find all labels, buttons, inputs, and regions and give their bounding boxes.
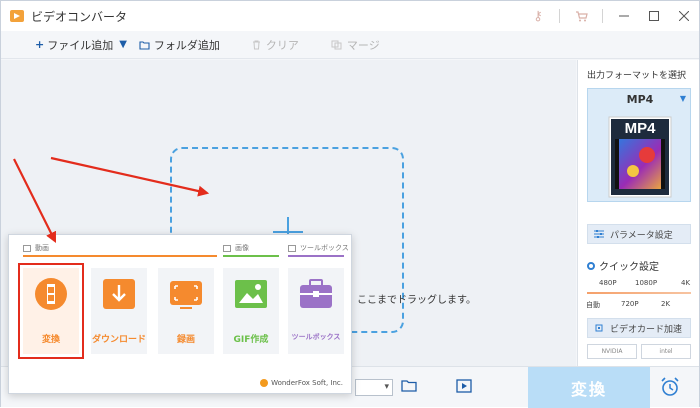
tile-convert-label: 変換 bbox=[41, 335, 60, 345]
window-title: ビデオコンバータ bbox=[31, 9, 128, 24]
tile-download-label: ダウンロード bbox=[91, 335, 146, 345]
quality-label-480p: 480P bbox=[599, 279, 617, 287]
quick-settings-title: クイック設定 bbox=[587, 258, 659, 273]
tile-gif[interactable]: GIF作成 bbox=[223, 268, 279, 354]
gpu-acceleration-label: ビデオカード加速 bbox=[610, 324, 683, 335]
chevron-down-icon[interactable]: ▼ bbox=[119, 39, 127, 50]
tile-toolbox[interactable]: ツールボックス bbox=[288, 268, 344, 354]
alarm-clock-icon[interactable] bbox=[659, 376, 681, 398]
nvidia-logo: NVIDIA bbox=[587, 344, 637, 359]
format-selector[interactable]: MP4 ▼ MP4 bbox=[587, 88, 691, 202]
intel-logo: intel bbox=[641, 344, 691, 359]
trash-icon bbox=[252, 40, 260, 49]
output-folder-dropdown[interactable]: ▾ bbox=[355, 379, 393, 396]
video-category-line bbox=[23, 255, 217, 257]
parameter-settings-label: パラメータ設定 bbox=[610, 230, 673, 241]
key-icon[interactable]: ⚷ bbox=[523, 1, 553, 31]
image-gif-icon bbox=[235, 280, 267, 308]
quality-label-4k: 4K bbox=[681, 279, 691, 287]
category-image-label: 画像 bbox=[235, 244, 249, 252]
brand-footer: WonderFox Soft, Inc. bbox=[260, 379, 343, 387]
image-category-line bbox=[223, 255, 279, 257]
clear-button[interactable]: クリア bbox=[252, 31, 299, 59]
category-video-label: 動画 bbox=[35, 244, 49, 252]
mp4-image-text: MP4 bbox=[625, 120, 657, 137]
feature-menu-popup: 動画 画像 ツールボックス 変換 ダウンロード 録画 GIF作成 ツールボックス… bbox=[8, 234, 352, 394]
quality-label-720p: 720P bbox=[621, 300, 639, 308]
app-window: ビデオコンバータ ⚷ + ファイル追加 ▼ フォルダ追加 クリア マージ ここま… bbox=[0, 0, 700, 408]
folder-icon[interactable] bbox=[401, 379, 417, 392]
quick-settings-label: クイック設定 bbox=[599, 262, 659, 273]
mp4-film-icon: MP4 bbox=[608, 116, 672, 198]
plus-icon: + bbox=[35, 38, 45, 51]
sliders-icon bbox=[594, 230, 604, 238]
add-folder-label: フォルダ追加 bbox=[153, 38, 220, 52]
app-logo-icon bbox=[10, 10, 24, 22]
output-format-label: 出力フォーマットを選択 bbox=[587, 71, 687, 81]
quality-label-2k: 2K bbox=[661, 300, 671, 308]
toolbox-category-line bbox=[288, 255, 344, 257]
parameter-settings-button[interactable]: パラメータ設定 bbox=[587, 224, 691, 244]
screen-record-icon bbox=[170, 281, 202, 309]
gpu-acceleration-button[interactable]: ビデオカード加速 bbox=[587, 318, 691, 338]
category-toolbox: ツールボックス bbox=[288, 243, 349, 253]
toolbox-category-icon bbox=[288, 244, 296, 252]
wonderfox-logo-icon bbox=[260, 379, 269, 387]
close-button[interactable] bbox=[669, 1, 699, 31]
quality-slider[interactable] bbox=[587, 292, 691, 294]
clear-label: クリア bbox=[265, 38, 299, 52]
tile-download[interactable]: ダウンロード bbox=[91, 268, 147, 354]
minimize-button[interactable] bbox=[609, 1, 639, 31]
video-category-icon bbox=[23, 244, 31, 252]
merge-icon bbox=[331, 40, 342, 49]
tile-toolbox-label: ツールボックス bbox=[291, 333, 341, 341]
quality-label-1080p: 1080P bbox=[635, 279, 658, 287]
chevron-down-icon: ▼ bbox=[679, 94, 686, 103]
output-film-icon[interactable] bbox=[456, 379, 472, 393]
convert-button[interactable]: 変換 bbox=[528, 367, 650, 408]
cart-icon[interactable] bbox=[566, 1, 596, 31]
divider bbox=[559, 9, 560, 23]
download-icon bbox=[103, 279, 135, 309]
add-file-button[interactable]: + ファイル追加 ▼ bbox=[35, 31, 127, 59]
divider bbox=[602, 9, 603, 23]
add-file-label: ファイル追加 bbox=[47, 38, 114, 52]
category-image: 画像 bbox=[223, 243, 249, 253]
format-name: MP4 bbox=[626, 93, 654, 106]
folder-add-icon bbox=[139, 40, 150, 50]
toolbox-icon bbox=[300, 279, 332, 308]
category-video: 動画 bbox=[23, 243, 49, 253]
tile-record[interactable]: 録画 bbox=[158, 268, 214, 354]
quick-settings-icon bbox=[587, 261, 595, 270]
tile-gif-label: GIF作成 bbox=[233, 335, 269, 345]
brand-name: WonderFox Soft, Inc. bbox=[271, 379, 343, 387]
chip-icon bbox=[595, 324, 603, 332]
add-folder-button[interactable]: フォルダ追加 bbox=[139, 31, 220, 59]
toolbar: + ファイル追加 ▼ フォルダ追加 クリア マージ bbox=[1, 31, 699, 59]
quality-label-auto: 自動 bbox=[586, 301, 600, 309]
category-toolbox-label: ツールボックス bbox=[300, 244, 349, 252]
drop-hint-text: ここまでドラッグします。 bbox=[357, 295, 476, 306]
merge-label: マージ bbox=[346, 38, 380, 52]
merge-button[interactable]: マージ bbox=[331, 31, 380, 59]
image-category-icon bbox=[223, 244, 231, 252]
film-convert-icon bbox=[35, 278, 67, 310]
gpu-logos: NVIDIA intel bbox=[587, 344, 691, 359]
tile-record-label: 録画 bbox=[176, 335, 195, 345]
maximize-button[interactable] bbox=[639, 1, 669, 31]
tile-convert[interactable]: 変換 bbox=[18, 263, 84, 359]
output-format-panel: 出力フォーマットを選択 MP4 ▼ MP4 パラメータ設定 クイック設定 480… bbox=[577, 60, 699, 366]
title-bar: ビデオコンバータ ⚷ bbox=[1, 1, 699, 31]
